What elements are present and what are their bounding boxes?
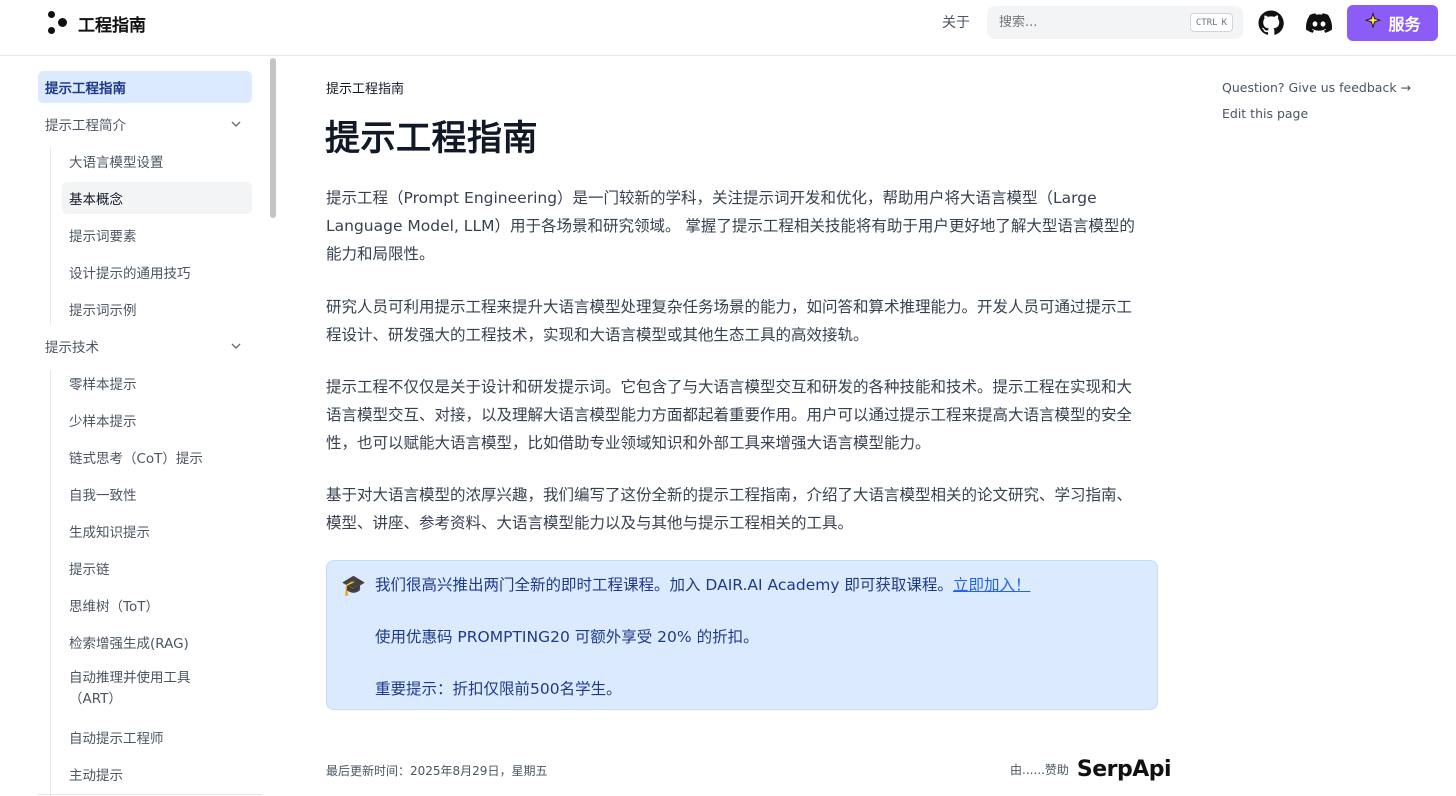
callout-line-3: 重要提示：折扣仅限前500名学生。 — [375, 680, 622, 698]
sponsor[interactable]: 由......赞助 SerpApi — [1010, 757, 1172, 782]
sidebar-guide-line — [50, 370, 51, 796]
callout-line-2: 使用优惠码 PROMPTING20 可额外享受 20% 的折扣。 — [375, 628, 759, 646]
services-button[interactable]: 服务 — [1347, 5, 1438, 41]
nav-about-link[interactable]: 关于 — [942, 12, 970, 32]
sidebar-guide-line — [50, 148, 51, 324]
paragraph-guide: 基于对大语言模型的浓厚兴趣，我们编写了这份全新的提示工程指南，介绍了大语言模型相… — [326, 486, 1133, 532]
sidebar-item-ape[interactable]: 自动提示工程师 — [62, 721, 252, 753]
chevron-down-icon — [231, 343, 241, 350]
breadcrumb[interactable]: 提示工程指南 — [326, 78, 404, 97]
sponsor-label: 由......赞助 — [1010, 763, 1069, 777]
sidebar-item-chaining[interactable]: 提示链 — [62, 552, 252, 584]
sidebar-item-zeroshot[interactable]: 零样本提示 — [62, 367, 252, 399]
serpapi-logo[interactable]: SerpApi — [1077, 757, 1172, 782]
sidebar-item-consistency[interactable]: 自我一致性 — [62, 478, 252, 510]
paragraph-intro: 提示工程（Prompt Engineering）是一门较新的学科，关注提示词开发… — [326, 189, 1135, 263]
sidebar-nav: 提示工程指南 提示工程简介 大语言模型设置 基本概念 提示词要素 设计提示的通用… — [38, 56, 264, 796]
sidebar-item-llm-settings[interactable]: 大语言模型设置 — [62, 145, 252, 177]
sidebar-scrollbar[interactable] — [270, 58, 276, 218]
logo-text: 工程指南 — [78, 15, 146, 36]
sidebar-item-elements[interactable]: 提示词要素 — [62, 219, 252, 251]
sidebar-item-techniques[interactable]: 提示技术 — [38, 330, 252, 362]
sparkle-icon — [1364, 12, 1382, 34]
top-header: 工程指南 关于 CTRL K 服务 — [0, 0, 1456, 56]
join-now-link[interactable]: 立即加入！ — [953, 576, 1031, 594]
search-box[interactable]: CTRL K — [987, 6, 1243, 39]
services-label: 服务 — [1388, 15, 1421, 34]
callout-line-1: 我们很高兴推出两门全新的即时工程课程。加入 DAIR.AI Academy 即可… — [375, 576, 1031, 594]
sidebar-divider — [38, 794, 262, 795]
sidebar-item-knowledge[interactable]: 生成知识提示 — [62, 515, 252, 547]
sidebar-item-basics[interactable]: 基本概念 — [62, 182, 252, 214]
site-logo[interactable]: 工程指南 — [46, 10, 146, 36]
logo-mark-icon — [46, 10, 70, 36]
search-shortcut-hint: CTRL K — [1189, 13, 1233, 32]
sidebar-item-fewshot[interactable]: 少样本提示 — [62, 404, 252, 436]
graduation-cap-icon: 🎓 — [341, 573, 366, 597]
sidebar-item-guide[interactable]: 提示工程指南 — [38, 71, 252, 103]
paragraph-researchers: 研究人员可利用提示工程来提升大语言模型处理复杂任务场景的能力，如问答和算术推理能… — [326, 298, 1133, 344]
course-callout: 🎓 我们很高兴推出两门全新的即时工程课程。加入 DAIR.AI Academy … — [326, 560, 1158, 710]
sidebar-item-rag[interactable]: 检索增强生成(RAG) — [62, 626, 252, 658]
last-updated: 最后更新时间：2025年8月29日，星期五 — [326, 764, 548, 778]
sidebar-item-cot[interactable]: 链式思考（CoT）提示 — [62, 441, 252, 473]
sidebar-item-tips[interactable]: 设计提示的通用技巧 — [62, 256, 252, 288]
github-icon[interactable] — [1257, 9, 1285, 37]
search-input[interactable] — [999, 15, 1179, 30]
feedback-link[interactable]: Question? Give us feedback → — [1222, 80, 1411, 95]
sidebar-item-art[interactable]: 自动推理并使用工具 （ART） — [62, 663, 252, 715]
sidebar-item-tot[interactable]: 思维树（ToT） — [62, 589, 252, 621]
edit-page-link[interactable]: Edit this page — [1222, 106, 1308, 121]
paragraph-scope: 提示工程不仅仅是关于设计和研发提示词。它包含了与大语言模型交互和研发的各种技能和… — [326, 378, 1133, 452]
chevron-down-icon — [231, 121, 241, 128]
sidebar-item-intro[interactable]: 提示工程简介 — [38, 108, 252, 140]
sidebar-item-examples[interactable]: 提示词示例 — [62, 293, 252, 325]
page-title: 提示工程指南 — [325, 119, 539, 159]
sidebar-item-active-prompt[interactable]: 主动提示 — [62, 758, 252, 790]
discord-icon[interactable] — [1305, 9, 1333, 37]
